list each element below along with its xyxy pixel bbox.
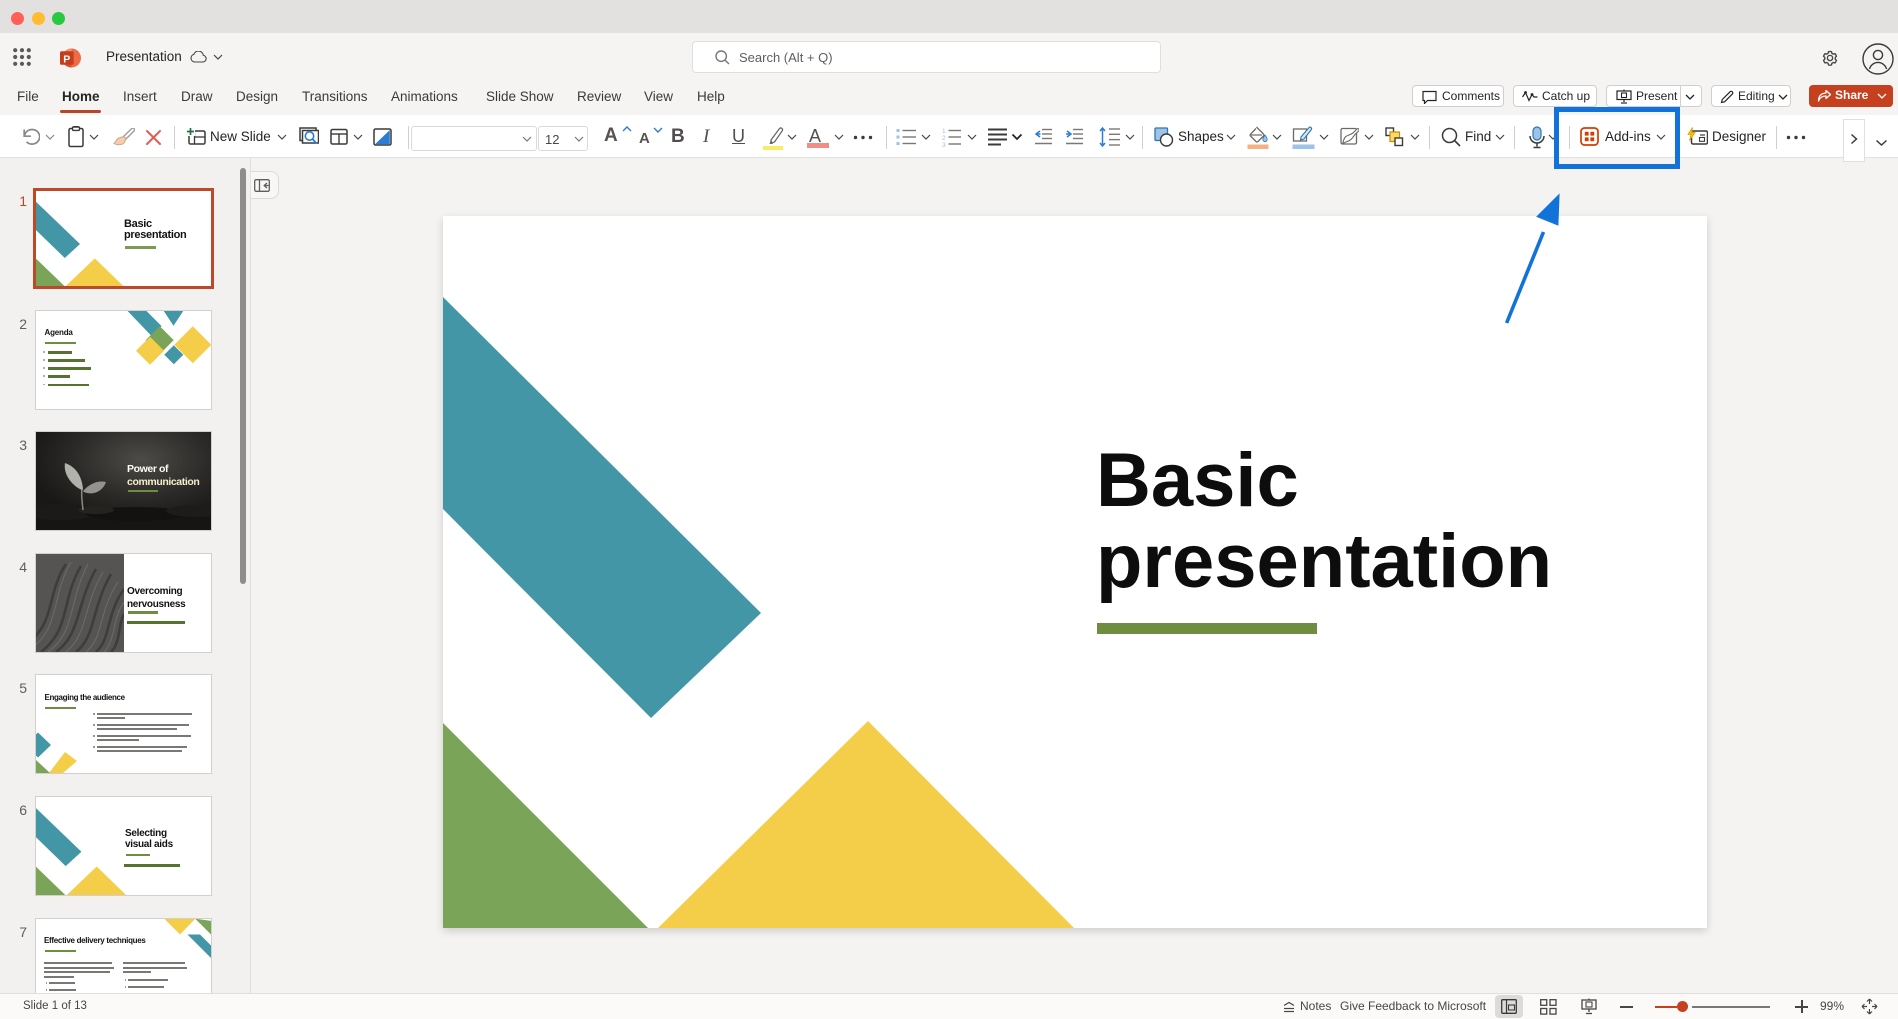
svg-text:P: P	[63, 54, 70, 66]
svg-text:2: 2	[942, 135, 946, 142]
svg-text:1: 1	[942, 128, 946, 135]
svg-text:3: 3	[942, 142, 946, 147]
